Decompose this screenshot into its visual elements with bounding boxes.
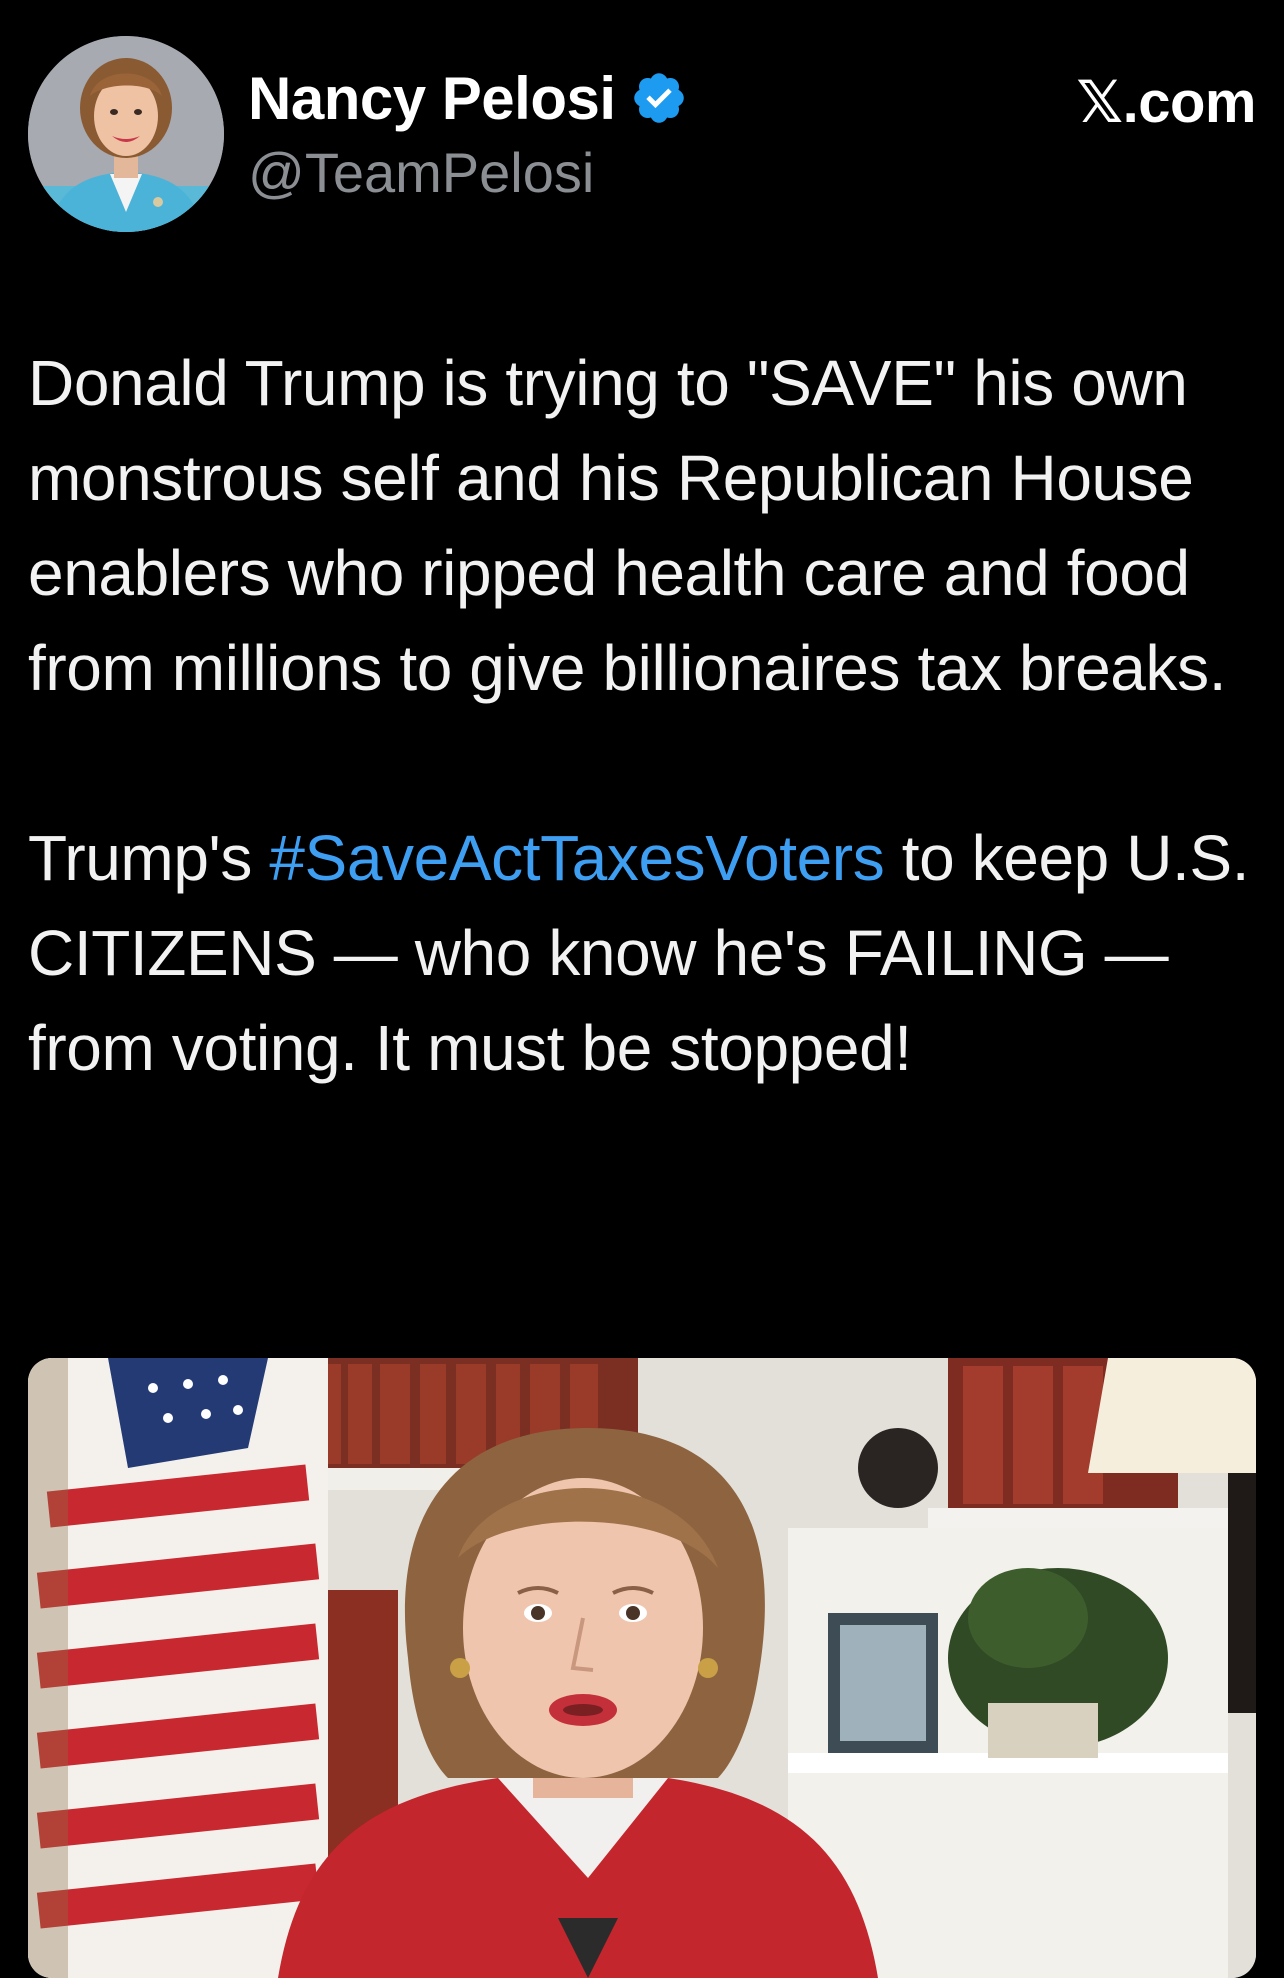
author-handle[interactable]: @TeamPelosi [248,140,594,205]
tweet-media-video[interactable] [28,1358,1256,1978]
tweet-body: Donald Trump is trying to "SAVE" his own… [28,336,1258,1096]
tweet-header: Nancy Pelosi @TeamPelosi 𝕏.com [28,36,1256,236]
verified-badge-icon [630,69,688,127]
tweet-paragraph-1: Donald Trump is trying to "SAVE" his own… [28,347,1227,704]
avatar[interactable] [28,36,224,232]
author-display-name[interactable]: Nancy Pelosi [248,64,616,133]
paragraph-2-lead: Trump's [28,822,270,894]
site-label: 𝕏.com [1076,70,1256,135]
tweet-paragraph-2: Trump's #SaveActTaxesVoters to keep U.S.… [28,811,1258,1096]
author-name-row[interactable]: Nancy Pelosi [248,58,688,138]
hashtag-link[interactable]: #SaveActTaxesVoters [269,822,884,894]
